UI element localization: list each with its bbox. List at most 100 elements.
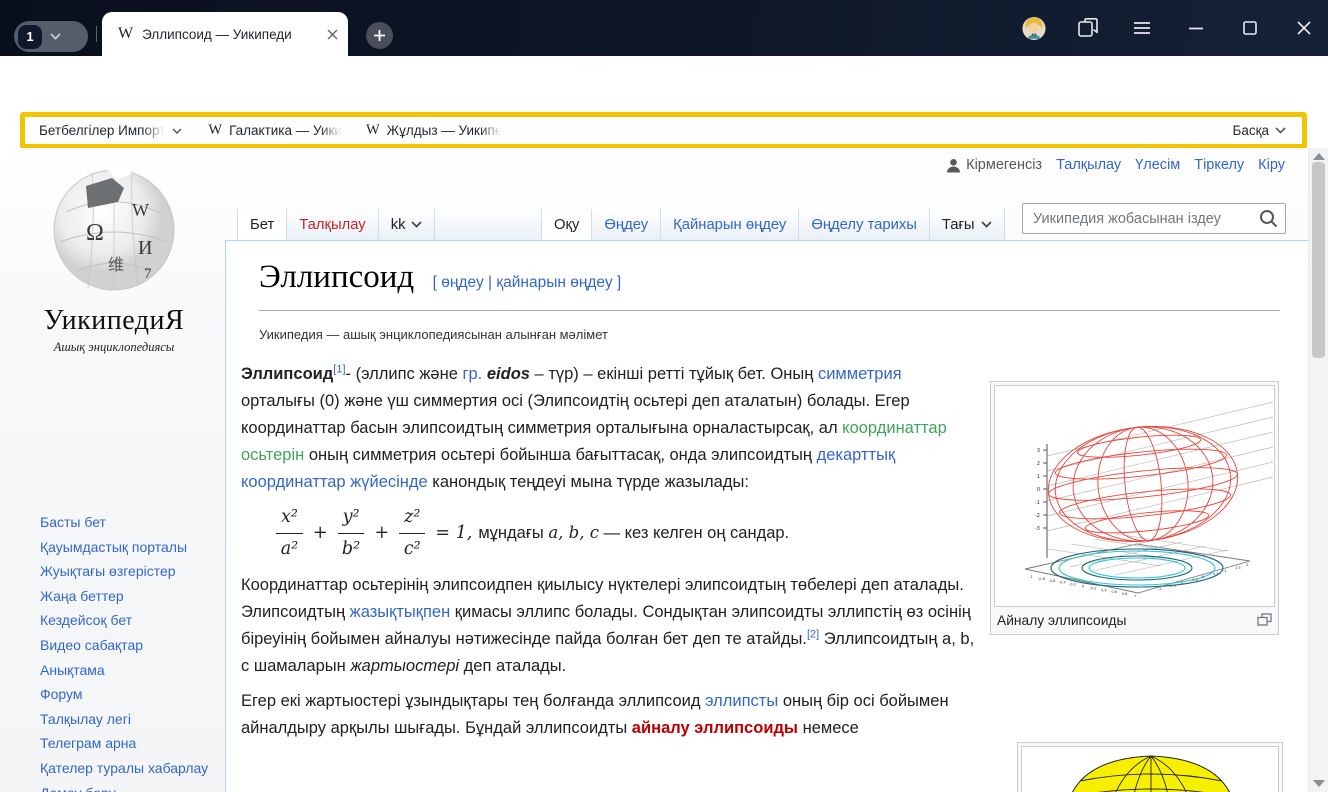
article-tabs-row: Бет Талқылау kk Оқу Өңдеу Қайнарын өңдеу… [0, 209, 1308, 240]
svg-text:2: 2 [1037, 461, 1040, 467]
sidebar-link[interactable]: Қателер туралы хабарлау [40, 756, 216, 781]
tab-count-badge: 1 [18, 25, 42, 49]
sidebar-link[interactable]: Талқылау легі [40, 707, 216, 732]
article-content: Эллипсоид [ өңдеу | қайнарын өңдеу ] Уик… [225, 240, 1308, 792]
personal-link[interactable]: Талқылау [1056, 157, 1121, 173]
article-heading-row: Эллипсоид [ өңдеу | қайнарын өңдеу ] [259, 259, 1280, 311]
tab-more-menu[interactable]: Тағы [930, 209, 1005, 240]
svg-text:1: 1 [1134, 594, 1136, 598]
bookmark-item[interactable]: W Жұлдыз — Уикипе [366, 122, 502, 139]
paragraph: Эллипсоид[1]- (эллипс және гр. eidos – т… [241, 361, 979, 496]
titlebar: 1 W Эллипсоид — Уикипеди [0, 0, 1328, 56]
plus-icon [373, 29, 386, 42]
chevron-down-icon [50, 33, 61, 40]
svg-text:1: 1 [1037, 474, 1040, 480]
tab-history[interactable]: Өңделу тарихы [799, 209, 930, 240]
search-icon[interactable] [1259, 209, 1278, 228]
bookmarks-import-folder[interactable]: Бетбелгілер Импорт [39, 123, 182, 138]
fraction: z²c² [399, 504, 425, 563]
svg-text:-1: -1 [1029, 575, 1033, 579]
bookmarks-more-label: Басқа [1232, 123, 1269, 138]
paragraph: Координаттар осьтерінің элипсоидпен қиыл… [241, 572, 979, 680]
personal-link[interactable]: Үлесім [1135, 157, 1180, 173]
tab-talk[interactable]: Талқылау [287, 209, 378, 240]
site-subtitle: Уикипедия — ашық энциклопедиясынан алынғ… [259, 327, 608, 342]
language-selector[interactable]: kk [379, 209, 436, 240]
tab-edit-source[interactable]: Қайнарын өңдеу [661, 209, 799, 240]
sidebar-link[interactable]: Форум [40, 682, 216, 707]
bookmarks-more-button[interactable]: Басқа [1232, 123, 1286, 138]
personal-link[interactable]: Кіру [1258, 157, 1285, 173]
wikipedia-page: Кірмегенсіз Талқылау Үлесім Тіркелу Кіру Ω … [0, 148, 1308, 792]
svg-text:-1: -1 [1035, 500, 1040, 506]
scrollbar-thumb[interactable] [1312, 162, 1325, 358]
svg-text:0.2: 0.2 [1091, 586, 1097, 590]
svg-text:7: 7 [144, 266, 152, 282]
minimize-button[interactable] [1184, 16, 1208, 40]
scrollbar[interactable] [1308, 148, 1328, 792]
enlarge-icon[interactable] [1257, 613, 1272, 626]
maximize-button[interactable] [1238, 16, 1262, 40]
wiki-search [1022, 203, 1286, 234]
svg-text:2: 2 [1246, 563, 1248, 567]
ellipsoid-3d-plot: 3210-1-2-3-1-0.8-0.6-0.4-0.200.20.40.60.… [995, 386, 1275, 606]
tab-edit[interactable]: Өңдеу [592, 209, 661, 240]
chevron-down-icon [981, 221, 992, 228]
svg-text:-0.5: -0.5 [1191, 578, 1198, 582]
tab-title: Эллипсоид — Уикипеди [142, 27, 327, 42]
sidebar-link[interactable]: Жаңа беттер [40, 584, 216, 609]
sidebar-link[interactable]: Анықтама [40, 658, 216, 683]
avatar[interactable] [1022, 16, 1046, 40]
personal-tools: Кірмегенсіз Талқылау Үлесім Тіркелу Кіру [946, 157, 1285, 173]
new-tab-button[interactable] [366, 22, 393, 49]
svg-text:-2: -2 [1035, 513, 1040, 519]
yellow-ellipsoid-plot [1022, 747, 1279, 792]
chevron-down-icon [172, 128, 182, 134]
wikipedia-favicon: W [366, 122, 380, 139]
svg-text:0.8: 0.8 [1122, 592, 1128, 596]
logo-wordmark: УикипедиЯ [28, 305, 200, 337]
edit-links[interactable]: [ өңдеу | қайнарын өңдеу ] [433, 274, 622, 291]
sidebar-link[interactable]: Қауымдастық порталы [40, 535, 216, 560]
wikipedia-logo[interactable]: Ω W И 维 7 УикипедиЯ Ашық энциклопедиясы [28, 160, 200, 355]
formula-tail: мұндағы a, b, c — кез келген оң сандар. [478, 519, 789, 547]
sidebar-link[interactable]: Кездейсоқ бет [40, 608, 216, 633]
personal-link[interactable]: Тіркелу [1194, 157, 1244, 173]
login-status: Кірмегенсіз [946, 157, 1042, 173]
svg-text:0: 0 [1037, 487, 1040, 493]
close-button[interactable] [1292, 16, 1316, 40]
sidebar-link[interactable]: Жуықтағы өзгерістер [40, 559, 216, 584]
scroll-down-arrow[interactable] [1313, 780, 1325, 787]
tab-group-button[interactable]: 1 [14, 21, 88, 52]
figure-ellipsoid-plot[interactable]: 3210-1-2-3-1-0.8-0.6-0.4-0.200.20.40.60.… [990, 381, 1279, 635]
sidebar-link[interactable]: Басты бет [40, 510, 216, 535]
menu-icon[interactable] [1130, 16, 1154, 40]
svg-text:-1.5: -1.5 [1169, 584, 1176, 588]
browser-tab-active[interactable]: W Эллипсоид — Уикипеди [102, 12, 348, 56]
bookmark-item[interactable]: W Галактика — Уики [208, 122, 342, 139]
browser-toolbar: Я kk.wikipedia.org Эллипсоид — Уикипедия… [0, 56, 1328, 112]
panels-icon[interactable] [1076, 16, 1100, 40]
svg-text:1.5: 1.5 [1235, 566, 1241, 570]
search-input[interactable] [1022, 203, 1286, 234]
tab-page[interactable]: Бет [237, 209, 287, 240]
tab-close-icon[interactable] [327, 29, 338, 40]
sidebar-link[interactable]: Видео сабақтар [40, 633, 216, 658]
fraction: x²a² [276, 504, 303, 563]
bookmark-label: Жұлдыз — Уикипе [387, 123, 503, 138]
svg-text:0.6: 0.6 [1111, 590, 1117, 594]
sidebar-link[interactable]: Телеграм арна [40, 731, 216, 756]
bookmarks-folder-label: Бетбелгілер Импорт [39, 123, 165, 138]
scroll-up-arrow[interactable] [1313, 153, 1325, 160]
figure-yellow-ellipsoid[interactable] [1017, 742, 1283, 792]
wikipedia-favicon: W [208, 122, 222, 139]
svg-text:0.4: 0.4 [1101, 588, 1107, 592]
browser-window: 1 W Эллипсоид — Уикипеди [0, 0, 1328, 792]
article-title: Эллипсоид [259, 259, 414, 295]
tab-read[interactable]: Оқу [541, 209, 592, 240]
math-formula: x²a² + y²b² + z²c² = 1, мұндағы a, b, c … [269, 506, 979, 560]
chevron-down-icon [1275, 127, 1286, 134]
view-tabs: Оқу Өңдеу Қайнарын өңдеу Өңделу тарихы Т… [541, 209, 1005, 240]
svg-text:0.5: 0.5 [1213, 572, 1219, 576]
sidebar-link[interactable]: Демеу беру [40, 781, 216, 792]
